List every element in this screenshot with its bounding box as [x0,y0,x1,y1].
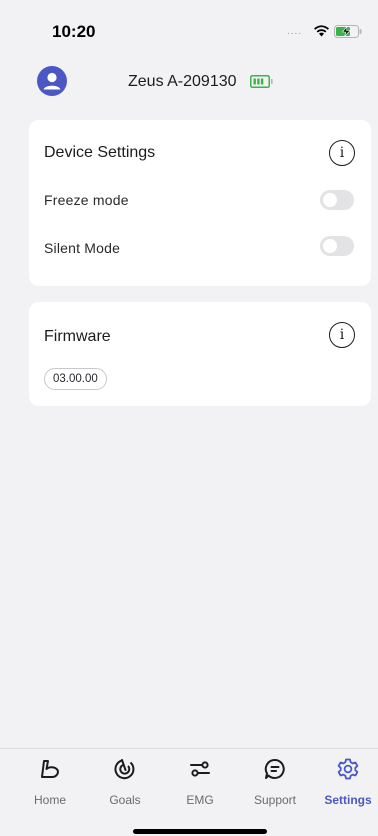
tab-support-label: Support [253,793,297,807]
sliders-icon [190,761,210,777]
wifi-icon [314,25,329,37]
freeze-mode-toggle[interactable] [320,190,354,210]
silent-mode-toggle[interactable] [320,236,354,256]
info-icon[interactable]: i [329,140,355,166]
tab-goals[interactable]: Goals [90,757,160,809]
target-icon [114,759,135,780]
tab-support[interactable]: Support [240,757,310,809]
status-time: 10:20 [52,22,96,41]
cellular-signal-indicator: .... [287,26,303,37]
firmware-card: Firmware i 03.00.00 [29,302,371,406]
tab-settings[interactable]: Settings [313,757,378,809]
device-battery-icon [250,75,273,88]
tab-goals-label: Goals [109,793,141,807]
tab-emg-label: EMG [186,793,214,807]
tab-bar: Home Goals EMG Support Settings [0,748,378,836]
freeze-mode-label: Freeze mode [44,192,129,208]
device-settings-card: Device Settings i Freeze mode Silent Mod… [29,120,371,286]
avatar[interactable] [37,66,67,96]
arm-flex-icon [41,760,59,778]
toggle-knob [323,193,337,207]
device-settings-title: Device Settings [44,144,156,161]
tab-emg[interactable]: EMG [165,757,235,809]
device-name: Zeus A-209130 [128,73,237,90]
status-bar: 10:20 .... [0,0,378,54]
toggle-knob [323,239,337,253]
info-icon[interactable]: i [329,322,355,348]
tab-settings-label: Settings [324,793,372,807]
chat-icon [264,758,285,779]
firmware-title: Firmware [44,328,111,345]
tab-home-label: Home [33,793,66,807]
home-indicator [133,829,267,834]
user-icon [43,72,61,90]
gear-icon [337,758,359,780]
tab-home[interactable]: Home [15,757,85,809]
firmware-version-badge: 03.00.00 [44,368,107,390]
battery-charging-icon [334,25,362,38]
device-header: Zeus A-209130 [0,66,378,98]
silent-mode-label: Silent Mode [44,240,121,256]
